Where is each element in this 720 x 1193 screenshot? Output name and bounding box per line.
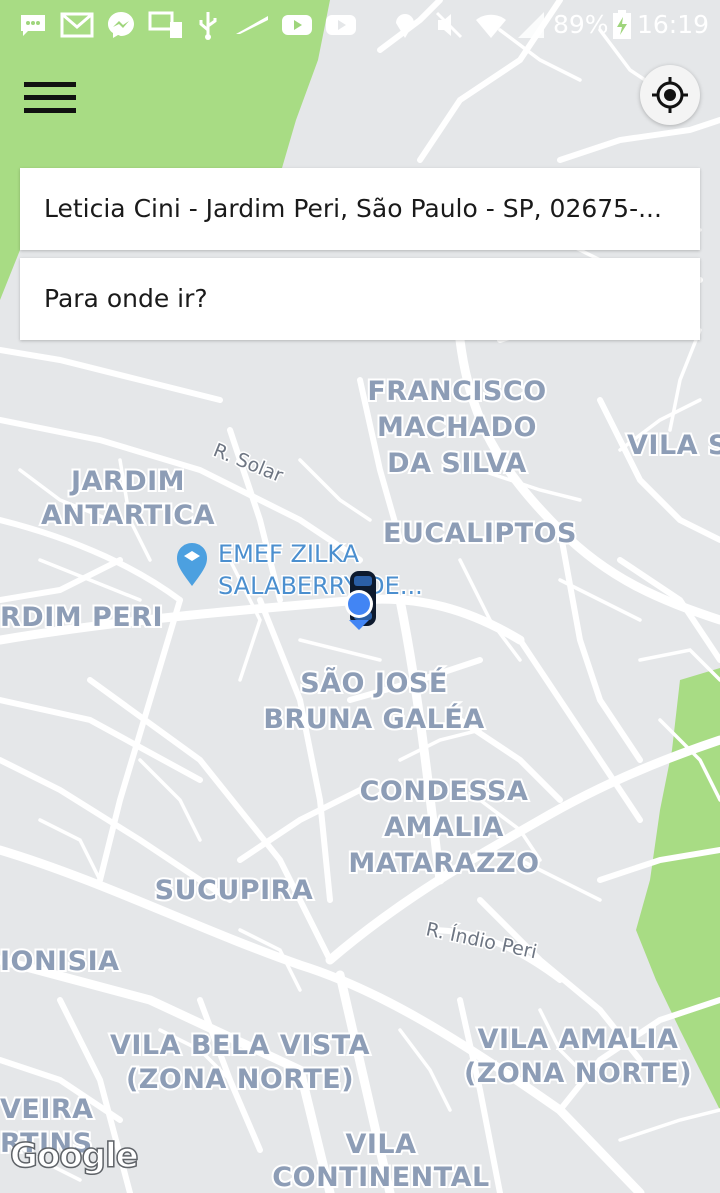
battery-percent: 89% [553, 10, 609, 39]
gmail-icon [60, 12, 94, 38]
neighborhood-label: VILA AMALIA [478, 1024, 679, 1055]
battery-charging-icon [613, 10, 631, 39]
hamburger-menu-button[interactable] [18, 72, 82, 124]
neighborhood-label: RDIM PERI [0, 602, 163, 633]
neighborhood-label: SUCUPIRA [155, 875, 314, 906]
sim-toolkit-icon [148, 11, 182, 38]
neighborhood-label: DA SILVA [387, 448, 527, 479]
pickup-address-field[interactable]: Leticia Cini - Jardim Peri, São Paulo - … [20, 168, 700, 250]
youtube-icon [326, 15, 356, 35]
messenger-icon [108, 12, 134, 38]
neighborhood-label: EUCALIPTOS [383, 518, 577, 549]
signal-icon [518, 12, 544, 38]
neighborhood-label: JARDIM [69, 466, 185, 497]
hamburger-menu-icon [24, 108, 76, 113]
neighborhood-label: (ZONA NORTE) [126, 1064, 354, 1095]
mute-icon [435, 11, 463, 39]
usb-icon [199, 12, 217, 40]
hamburger-menu-icon [24, 82, 76, 87]
neighborhood-label: VILA BELA VISTA [110, 1030, 370, 1061]
neighborhood-label: AMALIA [384, 812, 504, 843]
status-clock: 16:19 [637, 10, 710, 39]
poi-label: SALABERRY DE... [218, 572, 423, 600]
neighborhood-label: VILA [345, 1129, 416, 1160]
neighborhood-label: IONISIA [0, 946, 120, 977]
neighborhood-label: VILA SA [627, 430, 720, 461]
poi-label: EMEF ZILKA [218, 540, 360, 568]
neighborhood-label: (ZONA NORTE) [464, 1058, 692, 1089]
neighborhood-label: ANTARTICA [41, 500, 215, 531]
chat-icon [21, 15, 45, 36]
tv-icon [236, 16, 268, 34]
status-bar: 89% 16:19 [0, 0, 720, 50]
neighborhood-label: SÃO JOSÉ [300, 667, 448, 699]
neighborhood-label: BRUNA GALÉA [263, 703, 484, 735]
neighborhood-label: MACHADO [377, 412, 537, 443]
neighborhood-label: MATARAZZO [348, 848, 539, 879]
neighborhood-label: FRANCISCO [367, 376, 546, 407]
neighborhood-label: CONTINENTAL [272, 1162, 489, 1193]
destination-input[interactable]: Para onde ir? [20, 258, 700, 340]
neighborhood-label: VEIRA [0, 1094, 94, 1125]
wifi-icon [476, 14, 506, 38]
location-icon [396, 14, 414, 38]
gps-locate-icon [652, 77, 688, 113]
google-attribution-logo: Google [9, 1135, 139, 1177]
youtube-icon [282, 15, 312, 35]
hamburger-menu-icon [24, 95, 76, 100]
locate-me-button[interactable] [640, 65, 700, 125]
neighborhood-label: CONDESSA [360, 776, 529, 807]
